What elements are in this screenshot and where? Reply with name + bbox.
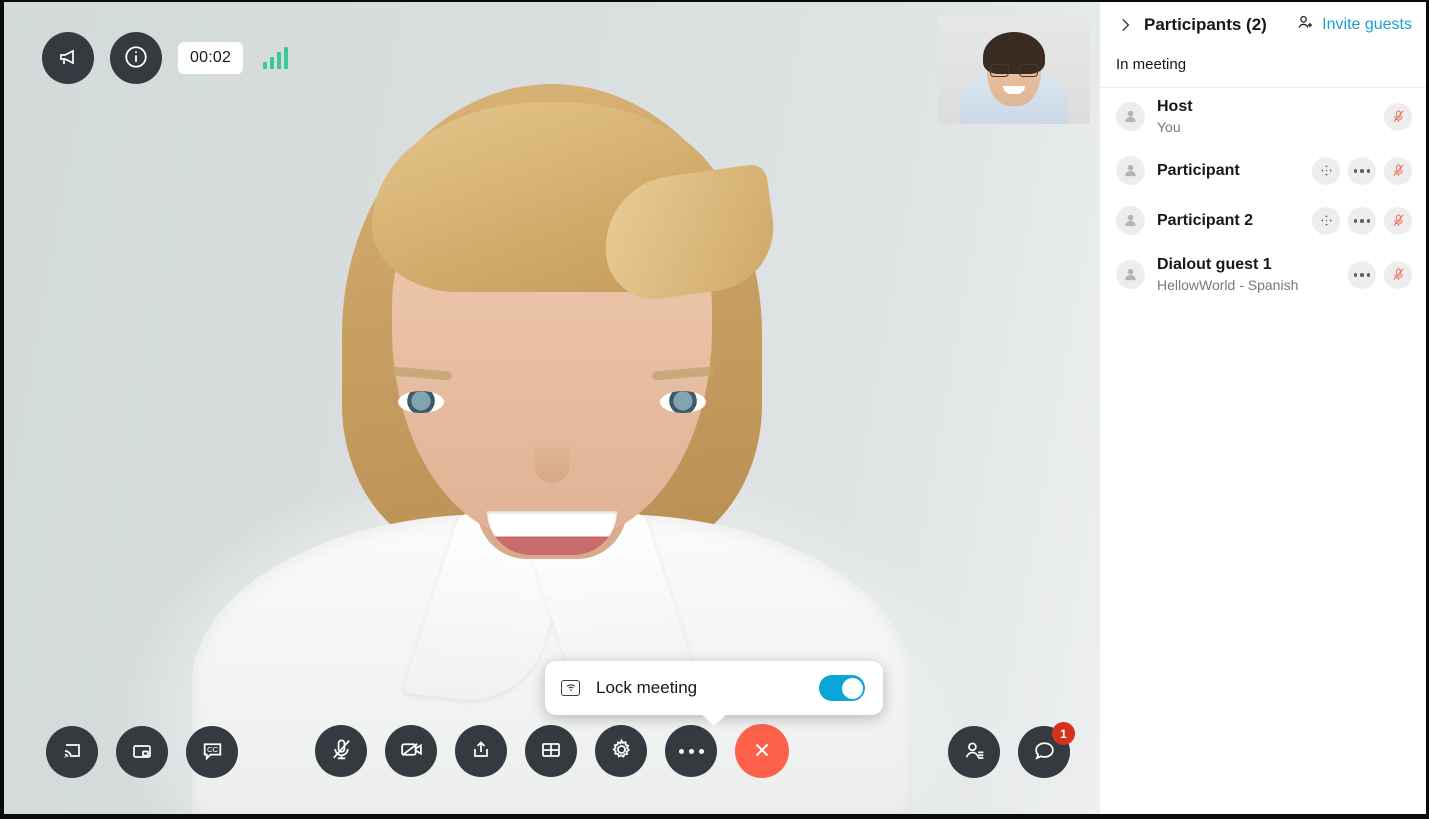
participant-row-host[interactable]: Host You (1100, 88, 1426, 146)
participants-icon (962, 738, 987, 766)
cast-screen-button[interactable] (46, 726, 98, 778)
chat-unread-badge: 1 (1052, 722, 1075, 745)
more-options-button[interactable] (665, 725, 717, 777)
gear-icon (609, 737, 634, 765)
closed-captions-button[interactable]: CC (186, 726, 238, 778)
section-label-in-meeting: In meeting (1116, 56, 1187, 73)
participant-more-button[interactable] (1348, 206, 1376, 235)
meeting-info-button[interactable] (110, 32, 162, 84)
ellipsis-icon (1353, 219, 1371, 223)
participant-subtitle: You (1157, 119, 1181, 135)
participants-panel: Participants (2) Invite guests In meetin… (1100, 0, 1429, 819)
chevron-right-icon[interactable] (1116, 16, 1134, 34)
participants-list: Host You Participant Participant 2 Dialo… (1100, 88, 1426, 814)
eyebrow-left (651, 366, 715, 381)
stage-top-controls: 00:02 (42, 32, 289, 84)
participants-panel-header: Participants (2) Invite guests (1100, 2, 1426, 48)
participant-info: Host You (1157, 97, 1372, 137)
invite-guests-label: Invite guests (1322, 16, 1412, 33)
participant-row-dialout-guest-1[interactable]: Dialout guest 1 HellowWorld - Spanish (1100, 246, 1426, 304)
microphone-mute-button[interactable] (315, 725, 367, 777)
ellipsis-icon (1353, 169, 1371, 173)
self-view-thumbnail[interactable] (938, 16, 1090, 124)
camera-control-button[interactable] (1312, 206, 1340, 235)
close-x-icon (750, 738, 774, 765)
camera-off-icon (399, 737, 424, 765)
mute-participant-button[interactable] (1384, 206, 1412, 235)
toolbar-left: CC (46, 726, 238, 778)
settings-button[interactable] (595, 725, 647, 777)
signal-strength-icon (263, 47, 289, 69)
lock-meeting-label: Lock meeting (596, 678, 698, 697)
avatar (1116, 102, 1145, 132)
cast-icon (60, 739, 84, 766)
mute-participant-button[interactable] (1384, 156, 1412, 185)
participant-name: Participant 2 (1157, 211, 1254, 229)
participant-subtitle: HellowWorld - Spanish (1157, 276, 1299, 293)
mute-participant-button[interactable] (1384, 260, 1412, 289)
picture-in-picture-button[interactable] (116, 726, 168, 778)
avatar (1116, 260, 1145, 290)
camera-control-button[interactable] (1312, 156, 1340, 185)
mute-participant-button[interactable] (1384, 102, 1412, 131)
ellipsis-icon (678, 748, 704, 754)
megaphone-icon (56, 45, 80, 72)
participant-info: Participant (1157, 161, 1300, 181)
participant-actions (1312, 206, 1412, 235)
participant-name: Dialout guest 1 (1157, 255, 1272, 273)
participant-info: Participant 2 (1157, 211, 1300, 231)
participant-row-participant[interactable]: Participant (1100, 146, 1426, 196)
lock-meeting-icon (561, 680, 580, 696)
participant-more-button[interactable] (1348, 156, 1376, 185)
chat-button[interactable]: 1 (1018, 722, 1075, 778)
meeting-timer: 00:02 (178, 42, 244, 74)
eye-left (660, 391, 706, 413)
eyebrow-right (389, 366, 453, 381)
video-conference-window: 00:02 Lock meeting CC 1 Participants (2)… (0, 0, 1429, 819)
share-upload-icon (469, 738, 493, 765)
pip-icon (130, 739, 154, 766)
info-icon (123, 44, 149, 73)
participant-actions (1312, 156, 1412, 185)
toolbar-center (315, 724, 789, 778)
layout-button[interactable] (525, 725, 577, 777)
participant-more-button[interactable] (1348, 260, 1376, 289)
lock-meeting-popover: Lock meeting (545, 661, 883, 715)
participant-info: Dialout guest 1 HellowWorld - Spanish (1157, 255, 1336, 295)
svg-text:CC: CC (206, 745, 218, 754)
ellipsis-icon (1353, 273, 1371, 277)
end-call-button[interactable] (735, 724, 789, 778)
participant-name: Participant (1157, 161, 1240, 179)
participant-actions (1348, 260, 1412, 289)
lock-meeting-toggle[interactable] (819, 675, 865, 701)
mic-muted-icon (329, 737, 354, 765)
eye-right (398, 391, 444, 413)
participant-name: Host (1157, 98, 1193, 115)
grid-layout-icon (539, 738, 563, 765)
avatar (1116, 156, 1145, 186)
participant-actions (1384, 102, 1412, 131)
share-content-button[interactable] (455, 725, 507, 777)
main-video-stage: 00:02 Lock meeting CC 1 (0, 0, 1100, 819)
panel-title: Participants (2) (1144, 15, 1267, 34)
announcement-button[interactable] (42, 32, 94, 84)
participants-button[interactable] (948, 726, 1000, 778)
add-person-icon (1296, 13, 1315, 37)
nose (534, 437, 570, 483)
self-view-glasses (990, 64, 1038, 77)
cc-icon: CC (200, 738, 225, 766)
invite-guests-button[interactable]: Invite guests (1296, 13, 1412, 37)
chat-bubble-icon (1032, 738, 1057, 766)
toolbar-right: 1 (948, 722, 1075, 778)
avatar (1116, 206, 1145, 236)
participant-row-participant-2[interactable]: Participant 2 (1100, 196, 1426, 246)
camera-off-button[interactable] (385, 725, 437, 777)
